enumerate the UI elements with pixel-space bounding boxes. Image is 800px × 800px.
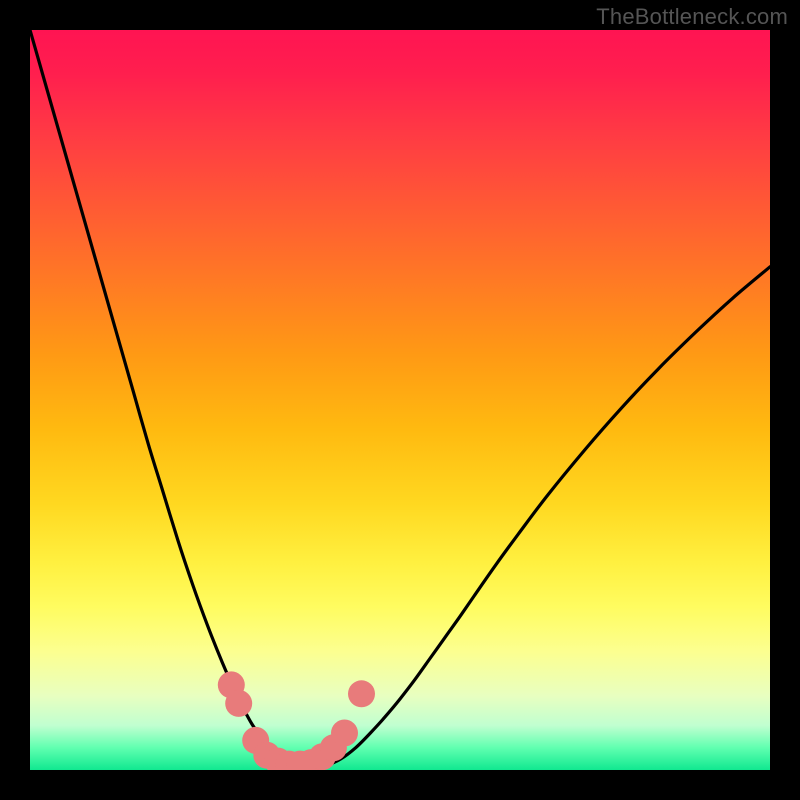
chart-frame bbox=[30, 30, 770, 770]
marker-dot bbox=[348, 680, 375, 707]
marker-dot bbox=[331, 720, 358, 747]
marker-dots bbox=[30, 30, 770, 770]
watermark-text: TheBottleneck.com bbox=[596, 4, 788, 30]
marker-dot bbox=[225, 690, 252, 717]
